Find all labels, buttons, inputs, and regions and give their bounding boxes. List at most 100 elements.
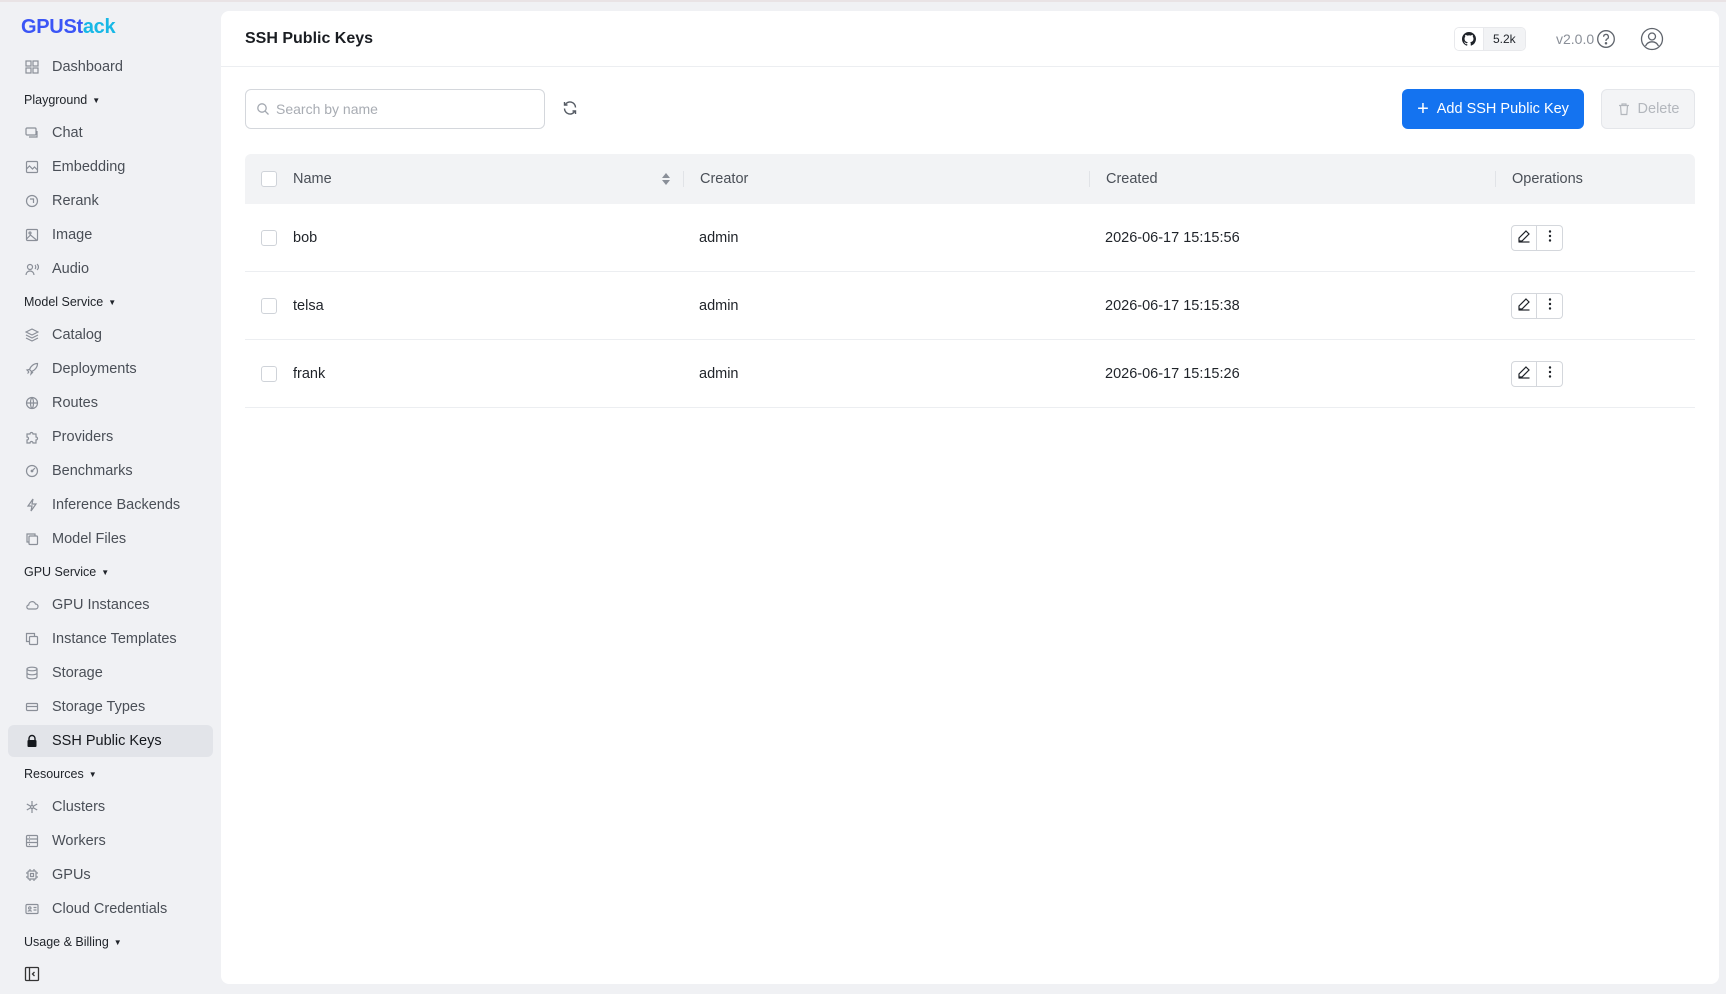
main-panel: SSH Public Keys 5.2k v2.0.0 + Add SSH Pub… <box>221 11 1719 984</box>
more-actions-button[interactable] <box>1537 292 1563 319</box>
sidebar-item-gpu-instances[interactable]: GPU Instances <box>8 589 213 621</box>
sidebar-item-clusters[interactable]: Clusters <box>8 791 213 823</box>
sidebar-item-model-files[interactable]: Model Files <box>8 523 213 555</box>
sidebar-item-deployments[interactable]: Deployments <box>8 353 213 385</box>
sidebar-item-storage[interactable]: Storage <box>8 657 213 689</box>
caret-down-icon: ▼ <box>92 95 101 105</box>
row-checkbox[interactable] <box>261 297 277 314</box>
row-checkbox[interactable] <box>261 365 277 382</box>
cell-created: 2026-06-17 15:15:26 <box>1105 365 1240 382</box>
sidebar-item-label: Image <box>52 227 93 243</box>
search-icon <box>256 102 270 116</box>
plus-icon: + <box>1417 98 1429 120</box>
gauge-icon <box>24 463 40 479</box>
column-header-creator: Creator <box>683 171 1089 187</box>
sidebar: GPUStack Dashboard Playground ▼ Chat Embe… <box>0 0 220 994</box>
sidebar-item-dashboard[interactable]: Dashboard <box>8 51 213 83</box>
audio-icon <box>24 261 40 277</box>
files-icon <box>24 531 40 547</box>
github-icon <box>1455 28 1483 50</box>
dashboard-icon <box>24 59 40 75</box>
sidebar-item-instance-templates[interactable]: Instance Templates <box>8 623 213 655</box>
sidebar-item-storage-types[interactable]: Storage Types <box>8 691 213 723</box>
github-star-count: 5.2k <box>1483 28 1525 50</box>
sidebar-item-label: Model Files <box>52 531 127 547</box>
sidebar-item-gpus[interactable]: GPUs <box>8 859 213 891</box>
sidebar-item-label: Storage Types <box>52 699 146 715</box>
edit-button[interactable] <box>1511 360 1537 387</box>
add-ssh-public-key-button[interactable]: + Add SSH Public Key <box>1402 89 1584 129</box>
more-vertical-icon <box>1548 229 1552 247</box>
trash-icon <box>1617 102 1631 116</box>
sidebar-item-image[interactable]: Image <box>8 219 213 251</box>
sidebar-item-routes[interactable]: Routes <box>8 387 213 419</box>
sidebar-item-label: GPUs <box>52 867 91 883</box>
puzzle-icon <box>24 429 40 445</box>
sidebar-item-workers[interactable]: Workers <box>8 825 213 857</box>
more-vertical-icon <box>1548 297 1552 315</box>
nav-group-gpu-service[interactable]: GPU Service ▼ <box>8 557 213 587</box>
sidebar-item-embedding[interactable]: Embedding <box>8 151 213 183</box>
help-icon[interactable] <box>1596 29 1616 49</box>
sidebar-item-label: Routes <box>52 395 98 411</box>
sidebar-item-cloud-credentials[interactable]: Cloud Credentials <box>8 893 213 925</box>
user-avatar-icon[interactable] <box>1640 27 1664 51</box>
cell-created: 2026-06-17 15:15:38 <box>1105 297 1240 314</box>
cell-created: 2026-06-17 15:15:56 <box>1105 229 1240 246</box>
sidebar-item-benchmarks[interactable]: Benchmarks <box>8 455 213 487</box>
sidebar-item-ssh-public-keys[interactable]: SSH Public Keys <box>8 725 213 757</box>
table-row: bob admin 2026-06-17 15:15:56 <box>245 204 1695 272</box>
search-box[interactable] <box>245 89 545 129</box>
column-header-name[interactable]: Name <box>293 171 683 187</box>
sidebar-item-inference-backends[interactable]: Inference Backends <box>8 489 213 521</box>
chip-icon <box>24 867 40 883</box>
cell-name: telsa <box>293 297 324 314</box>
delete-button[interactable]: Delete <box>1601 89 1695 129</box>
caret-down-icon: ▼ <box>88 769 97 779</box>
edit-icon <box>1517 365 1531 383</box>
caret-down-icon: ▼ <box>108 297 117 307</box>
sidebar-item-catalog[interactable]: Catalog <box>8 319 213 351</box>
row-select-cell <box>245 365 293 382</box>
sidebar-item-providers[interactable]: Providers <box>8 421 213 453</box>
logo-text-prefix: GPUSt <box>21 16 83 38</box>
database-icon <box>24 665 40 681</box>
sidebar-item-chat[interactable]: Chat <box>8 117 213 149</box>
more-actions-button[interactable] <box>1537 360 1563 387</box>
sidebar-item-label: Instance Templates <box>52 631 177 647</box>
sidebar-nav: Dashboard Playground ▼ Chat Embedding Rer… <box>8 51 213 959</box>
cell-operations <box>1495 224 1695 251</box>
logo-text-suffix: ack <box>82 16 116 38</box>
caret-down-icon: ▼ <box>113 937 122 947</box>
sidebar-item-rerank[interactable]: Rerank <box>8 185 213 217</box>
row-checkbox[interactable] <box>261 229 277 246</box>
sidebar-item-label: Providers <box>52 429 114 445</box>
search-input[interactable] <box>276 101 536 117</box>
cell-operations <box>1495 360 1695 387</box>
sidebar-item-label: Workers <box>52 833 106 849</box>
github-stars-badge[interactable]: 5.2k <box>1454 27 1526 51</box>
sidebar-collapse-icon[interactable] <box>24 966 40 982</box>
table-row: telsa admin 2026-06-17 15:15:38 <box>245 272 1695 340</box>
page-header: SSH Public Keys 5.2k v2.0.0 <box>221 11 1719 67</box>
edit-button[interactable] <box>1511 224 1537 251</box>
nav-group-playground[interactable]: Playground ▼ <box>8 85 213 115</box>
edit-button[interactable] <box>1511 292 1537 319</box>
refresh-icon[interactable] <box>561 99 579 117</box>
nav-group-resources[interactable]: Resources ▼ <box>8 759 213 789</box>
nav-group-model-service[interactable]: Model Service ▼ <box>8 287 213 317</box>
nav-group-label: Usage & Billing <box>24 935 109 949</box>
more-actions-button[interactable] <box>1537 224 1563 251</box>
nav-group-usage-billing[interactable]: Usage & Billing ▼ <box>8 927 213 957</box>
cluster-icon <box>24 799 40 815</box>
cell-name: frank <box>293 365 326 382</box>
sort-icon[interactable] <box>661 171 671 187</box>
app-logo[interactable]: GPUStack <box>21 16 116 39</box>
nav-group-label: GPU Service <box>24 565 97 579</box>
cell-creator: admin <box>699 365 739 382</box>
row-select-cell <box>245 297 293 314</box>
sidebar-item-label: Deployments <box>52 361 137 377</box>
row-select-cell <box>245 229 293 246</box>
sidebar-item-audio[interactable]: Audio <box>8 253 213 285</box>
select-all-checkbox[interactable] <box>261 171 277 187</box>
